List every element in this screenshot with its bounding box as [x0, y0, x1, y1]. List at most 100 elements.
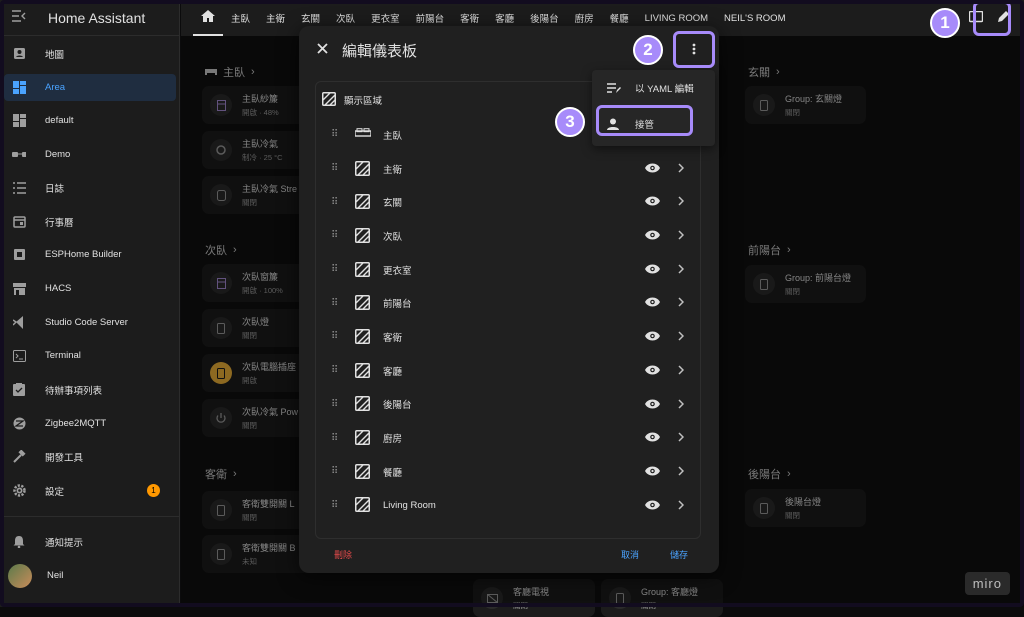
bell-icon [12, 535, 26, 549]
chevron-right-icon[interactable] [678, 398, 685, 412]
tab-area[interactable]: 後陽台 [522, 11, 567, 25]
tab-area[interactable]: 主衛 [258, 11, 293, 25]
eye-icon[interactable] [645, 296, 660, 310]
tab-area[interactable]: 前陽台 [408, 11, 453, 25]
chevron-right-icon[interactable] [678, 195, 685, 209]
tab-area[interactable]: NEIL'S ROOM [716, 13, 793, 24]
chevron-right-icon[interactable] [678, 162, 685, 176]
sidebar-item-area[interactable]: Area [4, 74, 176, 101]
app-title: Home Assistant [48, 9, 146, 26]
chevron-right-icon[interactable] [678, 229, 685, 243]
drag-handle-icon[interactable]: ⠿ [331, 365, 341, 376]
eye-icon[interactable] [645, 229, 660, 243]
chevron-right-icon[interactable] [678, 263, 685, 277]
area-row[interactable]: ⠿ 客廳 [316, 354, 700, 388]
menu-item-edit-yaml[interactable]: 以 YAML 編輯 [592, 70, 715, 106]
eye-icon[interactable] [645, 499, 660, 513]
area-label: 次臥 [383, 231, 403, 243]
tab-area[interactable]: 餐廳 [602, 11, 637, 25]
tab-area[interactable]: 廚房 [567, 11, 602, 25]
eye-icon[interactable] [645, 398, 660, 412]
eye-icon[interactable] [645, 431, 660, 445]
sidebar-item-label: 地圖 [45, 49, 65, 61]
sidebar-item-notifications[interactable]: 通知提示 [4, 528, 176, 555]
tab-area[interactable]: 主臥 [223, 11, 258, 25]
eye-icon[interactable] [645, 330, 660, 344]
drag-handle-icon[interactable]: ⠿ [331, 331, 341, 342]
sidebar-item-label: 行事曆 [45, 217, 74, 229]
sidebar-item-hacs[interactable]: HACS [4, 275, 176, 302]
sidebar-item-settings[interactable]: 設定 1 [4, 477, 176, 504]
area-label: 客廳 [383, 366, 403, 378]
sidebar-item-calendar[interactable]: 行事曆 [4, 208, 176, 235]
tab-area[interactable]: 更衣室 [363, 11, 408, 25]
cancel-button[interactable]: 取消 [621, 548, 639, 561]
clipboard-icon [12, 383, 26, 397]
drag-handle-icon[interactable]: ⠿ [331, 129, 341, 140]
area-row[interactable]: ⠿ 前陽台 [316, 286, 700, 320]
drag-handle-icon[interactable]: ⠿ [331, 433, 341, 444]
home-icon [201, 9, 215, 25]
step-badge: 3 [555, 107, 585, 137]
area-label: 玄關 [383, 198, 403, 210]
area-row[interactable]: ⠿ 後陽台 [316, 388, 700, 422]
chevron-right-icon[interactable] [678, 465, 685, 479]
eye-icon[interactable] [645, 465, 660, 479]
chevron-right-icon[interactable] [678, 431, 685, 445]
area-row[interactable]: ⠿ 玄關 [316, 185, 700, 219]
show-areas-label: 顯示區域 [344, 96, 383, 107]
area-row[interactable]: ⠿ 主衛 [316, 152, 700, 186]
drag-handle-icon[interactable]: ⠿ [331, 264, 341, 275]
tab-area[interactable]: 玄關 [293, 11, 328, 25]
tab-area[interactable]: 客衛 [452, 11, 487, 25]
step-badge: 2 [633, 35, 663, 65]
area-row[interactable]: ⠿ Living Room [316, 489, 700, 523]
sidebar-item-terminal[interactable]: Terminal [4, 342, 176, 369]
sidebar-item-label: Terminal [45, 350, 81, 361]
sidebar-item-demo[interactable]: Demo [4, 141, 176, 168]
drag-handle-icon[interactable]: ⠿ [331, 298, 341, 309]
drag-handle-icon[interactable]: ⠿ [331, 466, 341, 477]
drag-handle-icon[interactable]: ⠿ [331, 230, 341, 241]
close-icon[interactable] [317, 43, 328, 57]
drag-handle-icon[interactable]: ⠿ [331, 500, 341, 511]
area-row[interactable]: ⠿ 餐廳 [316, 455, 700, 489]
delete-button[interactable]: 刪除 [334, 548, 352, 561]
area-icon [355, 328, 371, 345]
notification-badge: 1 [147, 484, 160, 497]
chevron-right-icon[interactable] [678, 296, 685, 310]
sidebar-item-logbook[interactable]: 日誌 [4, 174, 176, 201]
chevron-right-icon[interactable] [678, 499, 685, 513]
save-button[interactable]: 儲存 [670, 548, 688, 561]
tab-home[interactable] [193, 0, 223, 36]
eye-icon[interactable] [645, 162, 660, 176]
sidebar-item-user[interactable]: Neil [4, 562, 176, 589]
tab-area[interactable]: LIVING ROOM [637, 13, 716, 24]
area-row[interactable]: ⠿ 次臥 [316, 219, 700, 253]
menu-toggle-icon[interactable] [12, 10, 26, 25]
tab-area[interactable]: 次臥 [328, 11, 363, 25]
sidebar-item-studio-code[interactable]: Studio Code Server [4, 309, 176, 336]
sidebar-item-dev-tools[interactable]: 開發工具 [4, 443, 176, 470]
area-icon [355, 261, 371, 278]
area-icon [355, 227, 371, 244]
sidebar-item-zigbee2mqtt[interactable]: Zigbee2MQTT [4, 410, 176, 437]
drag-handle-icon[interactable]: ⠿ [331, 197, 341, 208]
sidebar-item-esphome[interactable]: ESPHome Builder [4, 241, 176, 268]
drag-handle-icon[interactable]: ⠿ [331, 163, 341, 174]
sidebar-item-label: 設定 [45, 486, 65, 498]
tab-area[interactable]: 客廳 [487, 11, 522, 25]
chevron-right-icon[interactable] [678, 364, 685, 378]
sidebar-item-todo[interactable]: 待辦事項列表 [4, 376, 176, 403]
drag-handle-icon[interactable]: ⠿ [331, 399, 341, 410]
area-row[interactable]: ⠿ 更衣室 [316, 253, 700, 287]
avatar [8, 563, 32, 588]
chevron-right-icon[interactable] [678, 330, 685, 344]
eye-icon[interactable] [645, 263, 660, 277]
eye-icon[interactable] [645, 364, 660, 378]
sidebar-item-default[interactable]: default [4, 107, 176, 134]
area-row[interactable]: ⠿ 客衛 [316, 320, 700, 354]
eye-icon[interactable] [645, 195, 660, 209]
sidebar-item-map[interactable]: 地圖 [4, 40, 176, 67]
area-row[interactable]: ⠿ 廚房 [316, 421, 700, 455]
